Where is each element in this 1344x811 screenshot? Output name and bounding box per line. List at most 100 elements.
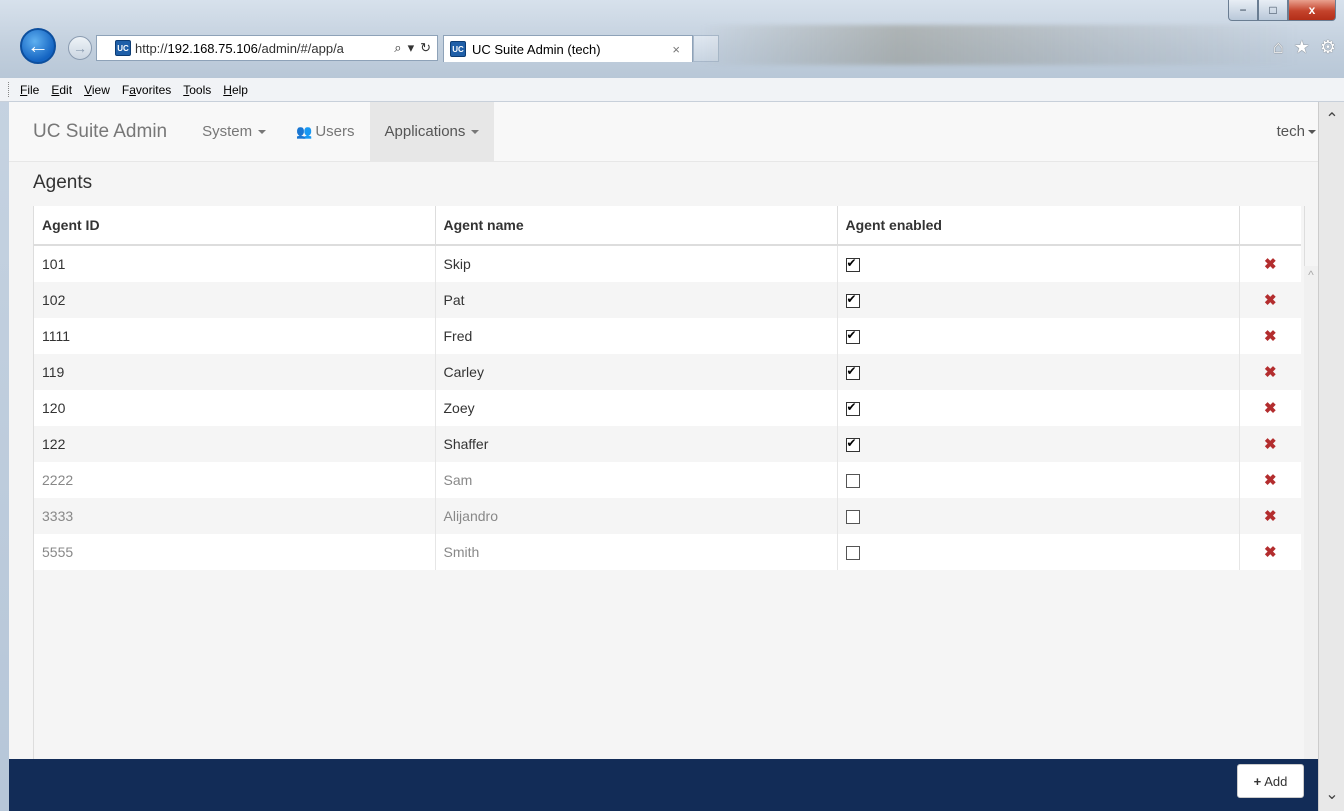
- page-scrollbar[interactable]: ⌃ ⌄: [1318, 102, 1344, 811]
- agent-name-cell: Fred: [435, 318, 838, 354]
- agent-enabled-checkbox[interactable]: [845, 474, 860, 489]
- nav-applications[interactable]: Applications: [369, 102, 495, 161]
- delete-icon[interactable]: ✖: [1248, 363, 1294, 381]
- search-icon[interactable]: ⌕: [394, 40, 401, 56]
- delete-icon[interactable]: ✖: [1248, 507, 1294, 525]
- caret-down-icon: [471, 129, 480, 134]
- page-content: UC Suite Admin System 👥 Users Application…: [9, 102, 1318, 811]
- menu-edit[interactable]: Edit: [51, 83, 72, 97]
- nav-users[interactable]: 👥 Users: [281, 102, 369, 161]
- maximize-button[interactable]: □: [1258, 0, 1288, 21]
- add-agent-button[interactable]: + Add: [1237, 764, 1304, 798]
- delete-icon[interactable]: ✖: [1248, 399, 1294, 417]
- table-row[interactable]: 101Skip ✖: [34, 245, 1301, 282]
- actions-cell: ✖: [1239, 390, 1301, 426]
- agent-enabled-cell: [837, 462, 1240, 498]
- actions-cell: ✖: [1239, 354, 1301, 390]
- agent-id-cell: 101: [34, 245, 436, 282]
- user-menu[interactable]: tech: [1277, 102, 1318, 161]
- agent-enabled-cell: [837, 498, 1240, 534]
- new-tab-button[interactable]: [693, 35, 719, 62]
- back-button[interactable]: ←: [20, 28, 56, 64]
- app-navbar: UC Suite Admin System 👥 Users Application…: [9, 102, 1318, 162]
- table-row[interactable]: 3333 Alijandro ✖: [34, 498, 1301, 534]
- table-row[interactable]: 2222 Sam ✖: [34, 462, 1301, 498]
- home-icon[interactable]: ⌂: [1273, 37, 1284, 58]
- agent-enabled-checkbox[interactable]: [845, 400, 860, 417]
- agent-id-cell: 2222: [34, 462, 436, 498]
- agent-id-cell: 120: [34, 390, 436, 426]
- chevron-up-icon[interactable]: ^: [1304, 268, 1318, 282]
- agent-enabled-checkbox[interactable]: [845, 256, 860, 273]
- agent-name-cell: Carley: [435, 354, 838, 390]
- column-header-agent-name[interactable]: Agent name: [435, 206, 838, 246]
- browser-tab[interactable]: UC UC Suite Admin (tech) ×: [443, 35, 693, 62]
- agent-enabled-cell: [837, 354, 1240, 390]
- delete-icon[interactable]: ✖: [1248, 435, 1294, 453]
- delete-icon[interactable]: ✖: [1248, 291, 1294, 309]
- column-header-agent-id[interactable]: Agent ID: [34, 206, 436, 246]
- forward-button[interactable]: →: [68, 36, 92, 60]
- tab-title: UC Suite Admin (tech): [472, 41, 601, 57]
- tab-favicon-icon: UC: [450, 41, 466, 57]
- menu-help[interactable]: Help: [223, 83, 248, 97]
- agent-enabled-checkbox[interactable]: [845, 292, 860, 309]
- column-header-agent-enabled[interactable]: Agent enabled: [837, 206, 1240, 246]
- agent-id-cell: 102: [34, 282, 436, 318]
- agent-name-cell: Smith: [435, 534, 838, 570]
- table-row[interactable]: 119Carley ✖: [34, 354, 1301, 390]
- site-favicon-icon: UC: [115, 40, 131, 56]
- address-bar[interactable]: UC http://192.168.75.106/admin/#/app/a ⌕…: [96, 35, 438, 61]
- close-window-button[interactable]: x: [1288, 0, 1336, 21]
- nav-system[interactable]: System: [187, 102, 281, 161]
- agents-table-container: Agent ID Agent name Agent enabled 101 Ski…: [33, 206, 1305, 766]
- agent-name-cell: Zoey: [435, 390, 838, 426]
- minimize-button[interactable]: −: [1228, 0, 1258, 21]
- menu-view[interactable]: View: [84, 83, 110, 97]
- agent-enabled-checkbox[interactable]: [845, 436, 860, 453]
- users-icon: 👥: [296, 123, 313, 139]
- nav-applications-label: Applications: [384, 123, 466, 140]
- agent-enabled-cell: [837, 390, 1240, 426]
- table-row[interactable]: 122Shaffer ✖: [34, 426, 1301, 462]
- delete-icon[interactable]: ✖: [1248, 255, 1294, 273]
- scroll-up-icon[interactable]: ⌃: [1319, 106, 1344, 132]
- agent-enabled-checkbox[interactable]: [845, 328, 860, 345]
- table-row[interactable]: 1111Fred ✖: [34, 318, 1301, 354]
- agent-name-cell: Pat: [435, 282, 838, 318]
- agent-enabled-checkbox[interactable]: [845, 546, 860, 561]
- delete-icon[interactable]: ✖: [1248, 327, 1294, 345]
- actions-cell: ✖: [1239, 318, 1301, 354]
- agent-id-cell: 1111: [34, 318, 436, 354]
- address-url[interactable]: http://192.168.75.106/admin/#/app/a: [135, 41, 388, 56]
- agents-table: Agent ID Agent name Agent enabled 101 Ski…: [34, 206, 1301, 570]
- url-host: 192.168.75.106: [167, 40, 258, 56]
- gear-icon[interactable]: ⚙: [1320, 37, 1336, 58]
- table-scrollbar[interactable]: ^: [1304, 266, 1318, 759]
- table-row[interactable]: 5555 Smith ✖: [34, 534, 1301, 570]
- table-row[interactable]: 102Pat ✖: [34, 282, 1301, 318]
- footer-bar: [9, 759, 1318, 811]
- delete-icon[interactable]: ✖: [1248, 543, 1294, 561]
- page-title: Agents: [33, 172, 93, 193]
- table-row[interactable]: 120Zoey ✖: [34, 390, 1301, 426]
- menu-tools[interactable]: Tools: [183, 83, 211, 97]
- brand-link[interactable]: UC Suite Admin: [9, 102, 187, 161]
- menu-file[interactable]: File: [20, 83, 39, 97]
- star-icon[interactable]: ★: [1294, 37, 1310, 58]
- menu-bar: File Edit View Favorites Tools Help: [0, 78, 1344, 102]
- title-bar: − □ x ← → UC http://192.168.75.106/admin…: [0, 0, 1344, 78]
- tab-close-icon[interactable]: ×: [672, 42, 680, 57]
- delete-icon[interactable]: ✖: [1248, 471, 1294, 489]
- address-dropdown-icon[interactable]: ▾: [408, 40, 415, 56]
- agent-id-cell: 3333: [34, 498, 436, 534]
- agent-name-cell: Shaffer: [435, 426, 838, 462]
- agent-enabled-checkbox[interactable]: [845, 510, 860, 525]
- arrow-right-icon: →: [73, 40, 87, 56]
- agent-enabled-checkbox[interactable]: [845, 364, 860, 381]
- table-header-row: Agent ID Agent name Agent enabled: [34, 206, 1301, 246]
- menu-favorites[interactable]: Favorites: [122, 83, 171, 97]
- refresh-icon[interactable]: ↻: [420, 40, 431, 56]
- nav-system-label: System: [202, 123, 253, 140]
- scroll-down-icon[interactable]: ⌄: [1319, 781, 1344, 807]
